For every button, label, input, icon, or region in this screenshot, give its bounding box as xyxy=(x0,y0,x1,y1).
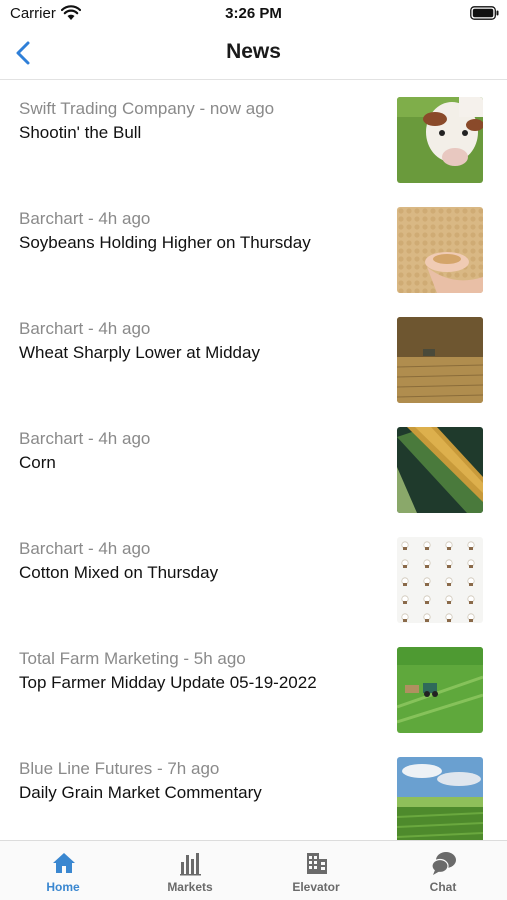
cotton-bolls-photo-thumbnail xyxy=(397,537,483,623)
news-headline: Corn xyxy=(19,453,56,472)
tab-label: Elevator xyxy=(292,880,340,894)
wheat-field-photo-thumbnail xyxy=(397,317,483,403)
status-time: 3:26 PM xyxy=(225,5,282,22)
tractor-field-photo-thumbnail xyxy=(397,647,483,733)
tab-home[interactable]: Home xyxy=(0,841,126,900)
tab-chat[interactable]: Chat xyxy=(380,841,506,900)
news-item[interactable]: Barchart - 4h ago Cotton Mixed on Thursd… xyxy=(0,520,507,630)
news-source-time: Barchart - 4h ago xyxy=(19,319,151,338)
tab-label: Chat xyxy=(429,880,457,894)
news-list: Swift Trading Company - now ago Shootin'… xyxy=(0,80,507,840)
news-headline: Shootin' the Bull xyxy=(19,123,142,142)
news-headline: Soybeans Holding Higher on Thursday xyxy=(19,233,311,252)
tab-markets[interactable]: Markets xyxy=(127,841,253,900)
corn-cob-photo-thumbnail xyxy=(397,427,483,513)
bar-chart-icon xyxy=(180,853,201,876)
tab-elevator[interactable]: Elevator xyxy=(253,841,379,900)
news-source-time: Barchart - 4h ago xyxy=(19,429,151,448)
news-source-time: Total Farm Marketing - 5h ago xyxy=(19,649,246,668)
news-headline: Wheat Sharply Lower at Midday xyxy=(19,343,260,362)
building-icon xyxy=(307,853,327,874)
navigation-bar: News xyxy=(0,28,507,80)
news-item[interactable]: Barchart - 4h ago Corn xyxy=(0,410,507,520)
cornfield-sky-photo-thumbnail xyxy=(397,757,483,840)
news-headline: Daily Grain Market Commentary xyxy=(19,783,262,802)
home-icon xyxy=(53,853,75,873)
status-bar: Carrier 3:26 PM xyxy=(0,0,507,28)
news-headline: Cotton Mixed on Thursday xyxy=(19,563,219,582)
soybeans-photo-thumbnail xyxy=(397,207,483,293)
cow-photo-thumbnail xyxy=(397,97,483,183)
news-item[interactable]: Total Farm Marketing - 5h ago Top Farmer… xyxy=(0,630,507,740)
news-headline: Top Farmer Midday Update 05-19-2022 xyxy=(19,673,317,692)
news-source-time: Blue Line Futures - 7h ago xyxy=(19,759,220,778)
page-title: News xyxy=(226,40,281,63)
news-item[interactable]: Barchart - 4h ago Soybeans Holding Highe… xyxy=(0,190,507,300)
news-source-time: Barchart - 4h ago xyxy=(19,539,151,558)
tab-label: Home xyxy=(46,880,80,894)
tab-bar: Home Markets Elevator Chat xyxy=(0,840,507,900)
chat-bubbles-icon xyxy=(431,852,456,875)
news-item[interactable]: Barchart - 4h ago Wheat Sharply Lower at… xyxy=(0,300,507,410)
news-item[interactable]: Blue Line Futures - 7h ago Daily Grain M… xyxy=(0,740,507,840)
news-item[interactable]: Swift Trading Company - now ago Shootin'… xyxy=(0,80,507,190)
battery-icon xyxy=(470,6,499,20)
news-source-time: Barchart - 4h ago xyxy=(19,209,151,228)
tab-label: Markets xyxy=(167,880,213,894)
news-source-time: Swift Trading Company - now ago xyxy=(19,99,275,118)
